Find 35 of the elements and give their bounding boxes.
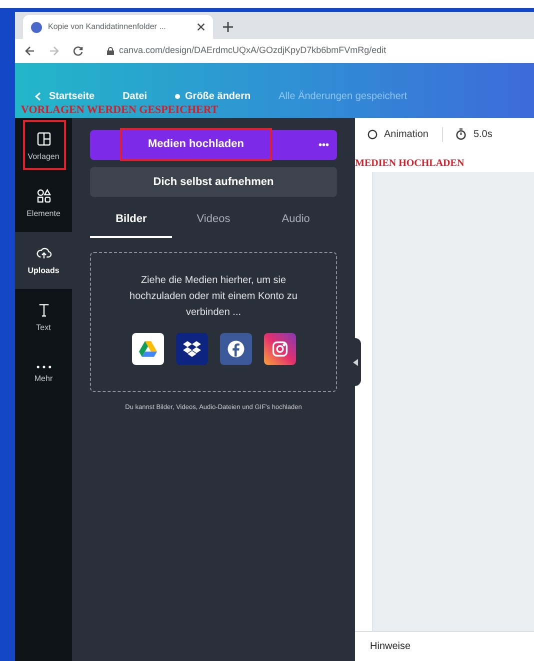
caret-left-icon — [352, 358, 358, 366]
drop-zone[interactable]: Ziehe die Medien hierher, um sie hochzuladen oder mit einem Konto zu verbinden ... — [90, 252, 337, 392]
circle-icon — [367, 128, 378, 140]
dropbox-icon[interactable] — [176, 332, 208, 364]
sidebar-item[interactable]: Uploads — [15, 232, 72, 289]
reload-icon[interactable] — [73, 46, 83, 56]
drive-icon[interactable] — [132, 332, 164, 364]
stopwatch-icon — [455, 128, 468, 140]
media-tab[interactable]: Audio — [254, 211, 337, 238]
facebook-icon[interactable] — [220, 332, 252, 364]
tab-title: Kopie von Kandidatinnenfolder ... — [48, 21, 167, 33]
layout-icon — [36, 130, 52, 146]
site-icon — [31, 22, 42, 32]
back-arrow-icon[interactable] — [25, 46, 35, 56]
chevron-left-icon — [35, 92, 41, 101]
close-icon[interactable] — [197, 23, 205, 31]
duration-button[interactable]: 5.0s — [442, 126, 492, 142]
shapes-icon — [36, 188, 52, 204]
media-tab[interactable]: Bilder — [90, 211, 172, 238]
notes-label[interactable]: Hinweise — [370, 639, 411, 654]
upload-button[interactable]: Medien hochladen — [120, 128, 272, 161]
media-tab[interactable]: Videos — [172, 211, 255, 238]
url-field[interactable]: canva.com/design/DAErdmcUQxA/GOzdjKpyD7kb6bmFVmRg/edit — [107, 44, 386, 58]
browser-tab[interactable]: Kopie von Kandidatinnenfolder ... — [23, 15, 213, 39]
record-button[interactable]: Dich selbst aufnehmen — [90, 167, 337, 197]
new-tab-icon[interactable] — [223, 22, 233, 32]
drop-zone-text: Ziehe die Medien hierher, um sie hochzuladen oder mit einem Konto zu verbinden ... — [128, 274, 298, 320]
save-status: Alle Änderungen gespeichert — [278, 90, 408, 104]
more-icon — [36, 364, 52, 368]
annotation-text: MEDIEN HOCHLADEN — [355, 158, 464, 169]
instagram-icon[interactable] — [264, 332, 296, 364]
animation-button[interactable]: Animation — [367, 126, 428, 142]
more-button[interactable]: ••• — [318, 138, 329, 152]
annotation-text: VORLAGEN WERDEN GESPEICHERT — [21, 104, 220, 117]
lock-icon — [107, 47, 114, 55]
